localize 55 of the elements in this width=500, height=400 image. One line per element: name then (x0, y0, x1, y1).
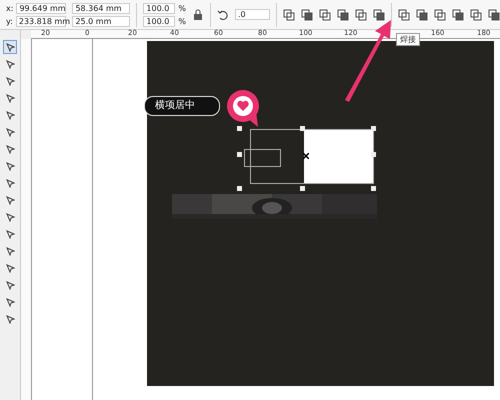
tool-button[interactable] (3, 142, 17, 156)
selection-handle[interactable] (300, 126, 305, 131)
position-label: y: (6, 16, 13, 26)
tool-button[interactable] (3, 312, 17, 326)
size-field[interactable]: 25.0 mm (72, 16, 130, 26)
tool-button[interactable] (3, 295, 17, 309)
rectangle (304, 129, 374, 184)
tool-button[interactable] (3, 74, 17, 88)
toolbar-icon[interactable] (434, 8, 446, 20)
toolbar-icon[interactable] (416, 8, 428, 20)
tool-button[interactable] (3, 125, 17, 139)
tool-button[interactable] (3, 57, 17, 71)
tool-button[interactable] (3, 91, 17, 105)
callout-label: 横项居中 (144, 96, 220, 116)
selection-handle[interactable] (237, 186, 242, 191)
toolbar-icon[interactable] (337, 8, 350, 20)
scale-field[interactable]: 100.0 (143, 16, 176, 26)
scale-field[interactable]: 100.0 (143, 2, 176, 14)
rotation-field[interactable]: .0 (234, 9, 270, 20)
selection-handle[interactable] (371, 126, 376, 131)
tooltip: 焊接 (396, 33, 420, 46)
rotate-icon (216, 8, 229, 20)
percent-label: % (178, 16, 186, 26)
size-field[interactable]: 58.364 mm (72, 2, 130, 14)
heart-badge (226, 89, 260, 129)
tool-button[interactable] (3, 278, 17, 292)
position-label: x: (6, 4, 14, 12)
position-field[interactable]: 99.649 mm (16, 2, 66, 14)
center-mark (303, 153, 309, 159)
percent-label: % (178, 4, 186, 12)
tool-button[interactable] (3, 159, 17, 173)
selection-handle[interactable] (371, 186, 376, 191)
tool-button[interactable] (3, 40, 17, 54)
tool-button[interactable] (3, 108, 17, 122)
lock-icon[interactable] (192, 8, 204, 20)
tool-button[interactable] (3, 261, 17, 275)
small-rectangle (244, 149, 281, 167)
tool-button[interactable] (3, 244, 17, 258)
selection-handle[interactable] (300, 186, 305, 191)
toolbar-icon[interactable] (470, 8, 482, 20)
toolbar-icon[interactable] (283, 8, 296, 20)
toolbar-icon[interactable] (319, 8, 332, 20)
toolbar-icon[interactable] (488, 8, 500, 20)
tool-button[interactable] (3, 176, 17, 190)
toolbar-icon[interactable] (452, 8, 464, 20)
selection-handle[interactable] (237, 152, 242, 157)
toolbar-icon[interactable] (355, 8, 368, 20)
selection-handle[interactable] (371, 152, 376, 157)
toolbar-icon[interactable] (301, 8, 314, 20)
tool-button[interactable] (3, 193, 17, 207)
tool-button[interactable] (3, 227, 17, 241)
toolbar-icon[interactable] (373, 8, 386, 20)
selection-handle[interactable] (237, 126, 242, 131)
tool-button[interactable] (3, 210, 17, 224)
toolbar-icon[interactable] (398, 8, 410, 20)
